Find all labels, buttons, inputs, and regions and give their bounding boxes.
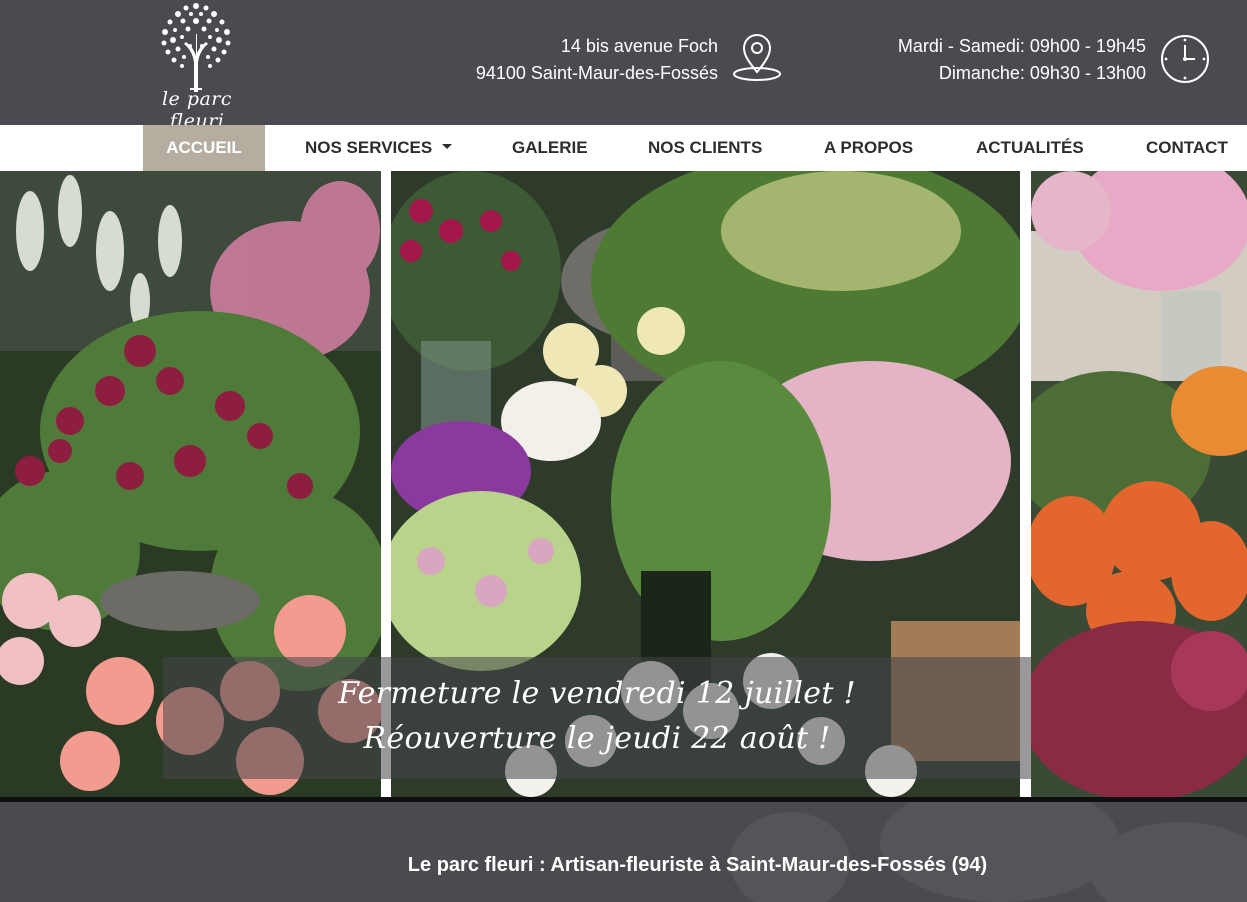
banner-line-1: Fermeture le vendredi 12 juillet ! (338, 676, 856, 711)
hours-line-2: Dimanche: 09h30 - 13h00 (938, 63, 1146, 83)
opening-hours: Mardi - Samedi: 09h00 - 19h45 Dimanche: … (898, 33, 1146, 87)
nav-item-galerie[interactable]: GALERIE (512, 125, 588, 171)
nav-item-actualites[interactable]: ACTUALITÉS (976, 125, 1084, 171)
banner-line-2: Réouverture le jeudi 22 août ! (363, 721, 831, 756)
nav-item-accueil[interactable]: ACCUEIL (143, 125, 265, 171)
address-line-1: 14 bis avenue Foch (560, 36, 718, 56)
main-nav: ACCUEIL NOS SERVICES GALERIE NOS CLIENTS… (0, 125, 1247, 171)
top-header: le parc fleuri 14 bis avenue Foch 94100 … (0, 0, 1247, 132)
background-flower-decoration (730, 802, 1247, 902)
nav-item-nos-services[interactable]: NOS SERVICES (305, 125, 453, 171)
nav-item-label: NOS SERVICES (305, 138, 433, 157)
tree-logo-icon (161, 3, 231, 92)
intro-band: Le parc fleuri : Artisan-fleuriste à Sai… (0, 802, 1247, 902)
address-block: 14 bis avenue Foch 94100 Saint-Maur-des-… (476, 33, 718, 87)
nav-item-contact[interactable]: CONTACT (1146, 125, 1228, 171)
intro-title: Le parc fleuri : Artisan-fleuriste à Sai… (407, 854, 988, 876)
nav-item-nos-clients[interactable]: NOS CLIENTS (648, 125, 762, 171)
chevron-down-icon (442, 144, 453, 150)
hero-gallery: Fermeture le vendredi 12 juillet ! Réouv… (0, 171, 1247, 801)
hero-image-callas (1031, 171, 1247, 797)
hours-line-1: Mardi - Samedi: 09h00 - 19h45 (897, 36, 1146, 56)
site-logo[interactable]: le parc fleuri (140, 0, 250, 132)
clock-icon (1161, 35, 1209, 83)
announcement-banner: Fermeture le vendredi 12 juillet ! Réouv… (163, 657, 1031, 779)
address-line-2: 94100 Saint-Maur-des-Fossés (475, 63, 718, 83)
map-pin-icon (733, 34, 781, 81)
nav-item-a-propos[interactable]: A PROPOS (824, 125, 913, 171)
